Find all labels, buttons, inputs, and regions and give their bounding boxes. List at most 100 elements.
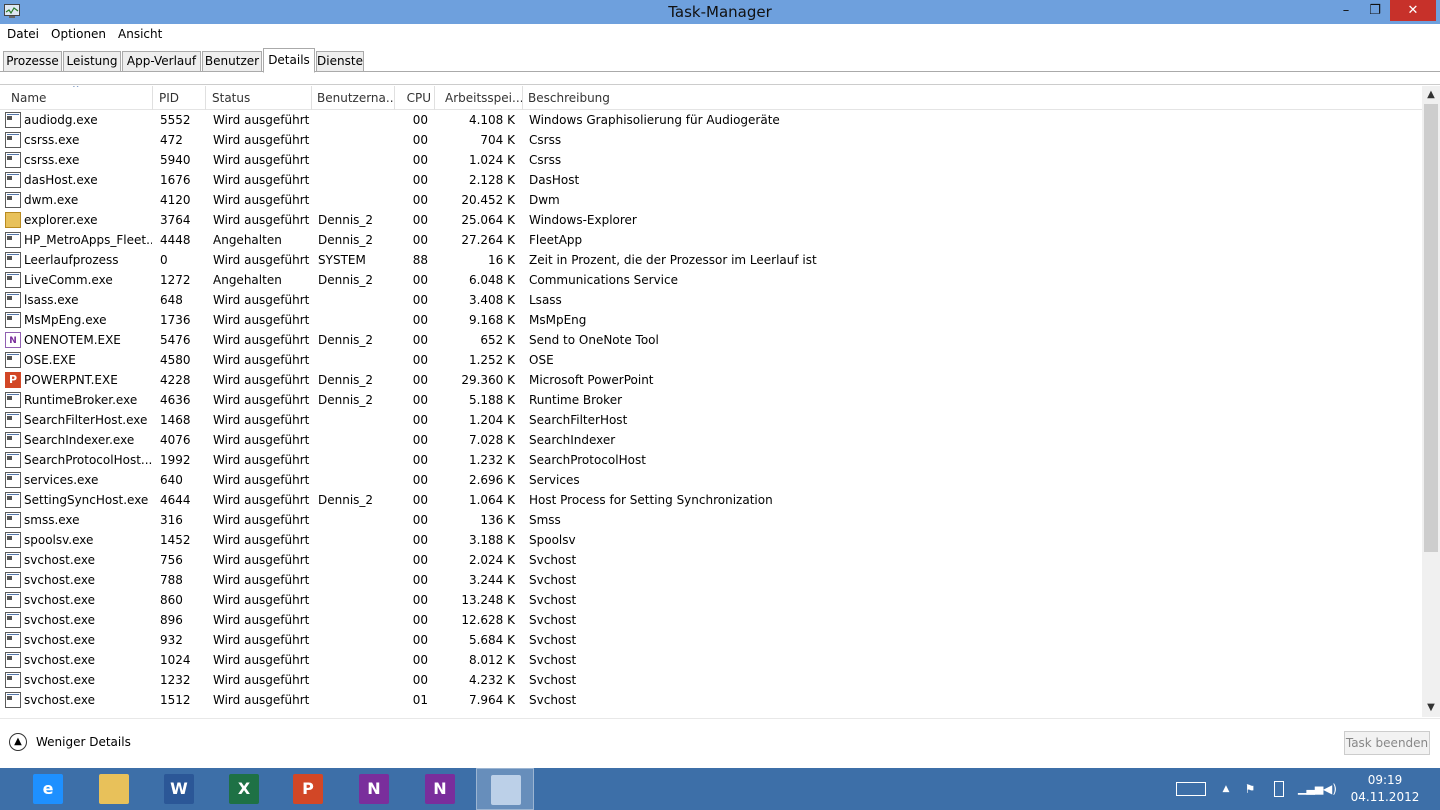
process-row[interactable]: svchost.exe 1512 Wird ausgeführt 01 7.964 K S… [0,690,1422,710]
taskbar-powerpoint-button[interactable]: P [279,768,337,810]
process-row[interactable]: svchost.exe 788 Wird ausgeführt 00 3.244 K Sv… [0,570,1422,590]
taskbar-onenote-clipping-button[interactable]: N [411,768,469,810]
close-button[interactable]: ✕ [1390,0,1436,21]
process-row[interactable]: P POWERPNT.EXE 4228 Wird ausgeführt Dennis_2… [0,370,1422,390]
keyboard-icon[interactable] [1176,782,1206,796]
process-row[interactable]: LiveComm.exe 1272 Angehalten Dennis_2 00 6.04… [0,270,1422,290]
process-row[interactable]: Leerlaufprozess 0 Wird ausgeführt SYSTEM 88 1… [0,250,1422,270]
process-description: MsMpEng [529,313,587,327]
generic-process-icon [5,152,21,168]
taskbar-onenote-button[interactable]: N [345,768,403,810]
process-row[interactable]: svchost.exe 860 Wird ausgeführt 00 13.248 K S… [0,590,1422,610]
taskbar-file-explorer-button[interactable] [85,768,143,810]
show-hidden-icons-icon[interactable]: ▲ [1220,781,1232,797]
process-row[interactable]: svchost.exe 896 Wird ausgeführt 00 12.628 K S… [0,610,1422,630]
process-row[interactable]: RuntimeBroker.exe 4636 Wird ausgeführt Denn… [0,390,1422,410]
process-row[interactable]: OSE.EXE 4580 Wird ausgeführt 00 1.252 K OSE [0,350,1422,370]
process-row[interactable]: audiodg.exe 5552 Wird ausgeführt 00 4.108 K W… [0,110,1422,130]
taskbar-task-manager-button[interactable] [476,768,534,810]
process-cpu: 00 [412,333,428,347]
tab-users[interactable]: Benutzer [202,51,262,72]
process-status: Wird ausgeführt [213,453,310,467]
menu-file[interactable]: Datei [7,27,39,41]
process-user: Dennis_2 [318,213,374,227]
tab-services[interactable]: Dienste [316,51,364,72]
process-row[interactable]: smss.exe 316 Wird ausgeführt 00 136 K Smss [0,510,1422,530]
process-description: Svchost [529,653,577,667]
battery-icon[interactable] [1274,781,1284,797]
process-row[interactable]: svchost.exe 1024 Wird ausgeführt 00 8.012 K S… [0,650,1422,670]
maximize-button[interactable]: ❐ [1361,0,1389,21]
scrollbar-thumb[interactable] [1424,104,1438,552]
column-header-description[interactable]: Beschreibung [524,86,1422,110]
process-memory: 9.168 K [468,313,515,327]
taskbar-excel-button[interactable]: X [215,768,273,810]
generic-process-icon [5,412,21,428]
process-status: Wird ausgeführt [213,673,310,687]
process-pid: 4644 [160,493,191,507]
process-row[interactable]: svchost.exe 932 Wird ausgeführt 00 5.684 K Sv… [0,630,1422,650]
process-user [318,630,394,650]
clock-date[interactable]: 04.11.2012 [1350,790,1420,804]
process-row[interactable]: csrss.exe 472 Wird ausgeführt 00 704 K Csrss [0,130,1422,150]
process-memory: 3.408 K [468,293,515,307]
generic-process-icon [5,192,21,208]
chevron-up-circle-icon[interactable]: ▲ [9,733,27,751]
clock-time[interactable]: 09:19 [1350,773,1420,787]
process-row[interactable]: lsass.exe 648 Wird ausgeführt 00 3.408 K Lsas… [0,290,1422,310]
fewer-details-link[interactable]: Weniger Details [36,735,131,749]
process-row[interactable]: SettingSyncHost.exe 4644 Wird ausgeführt De… [0,490,1422,510]
taskbar-internet-explorer-button[interactable]: e [19,768,77,810]
generic-process-icon [5,632,21,648]
process-row[interactable]: MsMpEng.exe 1736 Wird ausgeführt 00 9.168 K M… [0,310,1422,330]
scroll-down-arrow-icon[interactable]: ▼ [1422,699,1440,717]
tab-performance[interactable]: Leistung [63,51,121,72]
process-pid: 4636 [160,393,191,407]
process-row[interactable]: svchost.exe 1232 Wird ausgeführt 00 4.232 K S… [0,670,1422,690]
column-header-user[interactable]: Benutzerna... [313,86,395,110]
process-row[interactable]: explorer.exe 3764 Wird ausgeführt Dennis_2 0… [0,210,1422,230]
process-row[interactable]: csrss.exe 5940 Wird ausgeführt 00 1.024 K Csr… [0,150,1422,170]
menu-options[interactable]: Optionen [51,27,106,41]
process-status: Wird ausgeführt [213,373,310,387]
scroll-up-arrow-icon[interactable]: ▲ [1422,86,1440,104]
network-signal-icon[interactable]: ▁▃▅ [1298,781,1323,797]
process-status: Wird ausgeführt [213,393,310,407]
menu-view[interactable]: Ansicht [118,27,162,41]
tab-details[interactable]: Details [263,48,315,73]
excel-icon: X [229,774,259,804]
tab-processes[interactable]: Prozesse [3,51,62,72]
process-row[interactable]: SearchIndexer.exe 4076 Wird ausgeführt 00 7.… [0,430,1422,450]
generic-process-icon [5,512,21,528]
process-user: SYSTEM [318,253,366,267]
process-row[interactable]: N ONENOTEM.EXE 5476 Wird ausgeführt Dennis_2… [0,330,1422,350]
process-status: Angehalten [213,273,282,287]
process-user [318,430,394,450]
process-row[interactable]: dasHost.exe 1676 Wird ausgeführt 00 2.128 K D… [0,170,1422,190]
column-header-pid[interactable]: PID [155,86,206,110]
process-status: Wird ausgeführt [213,633,310,647]
process-row[interactable]: services.exe 640 Wird ausgeführt 00 2.696 K S… [0,470,1422,490]
process-user [318,470,394,490]
column-header-memory[interactable]: Arbeitsspei... [441,86,523,110]
process-row[interactable]: HP_MetroApps_Fleet... 4448 Angehalten Denni… [0,230,1422,250]
column-header-cpu[interactable]: CPU [396,86,435,110]
vertical-scrollbar[interactable]: ▲ ▼ [1422,86,1440,717]
tab-app-history[interactable]: App-Verlauf [122,51,201,72]
minimize-button[interactable]: – [1332,0,1360,21]
process-row[interactable]: spoolsv.exe 1452 Wird ausgeführt 00 3.188 K S… [0,530,1422,550]
end-task-button[interactable]: Task beenden [1344,731,1430,755]
process-row[interactable]: svchost.exe 756 Wird ausgeführt 00 2.024 K Sv… [0,550,1422,570]
action-center-flag-icon[interactable]: ⚑ [1242,781,1258,797]
process-description: Spoolsv [529,533,576,547]
process-status: Wird ausgeführt [213,173,310,187]
process-name: svchost.exe [24,673,95,687]
volume-icon[interactable]: ◀) [1322,781,1338,797]
process-row[interactable]: dwm.exe 4120 Wird ausgeführt 00 20.452 K Dwm [0,190,1422,210]
column-header-status[interactable]: Status [208,86,312,110]
process-row[interactable]: SearchProtocolHost.... 1992 Wird ausgeführ… [0,450,1422,470]
process-pid: 4448 [160,233,191,247]
process-memory: 25.064 K [461,213,515,227]
process-row[interactable]: SearchFilterHost.exe 1468 Wird ausgeführt 0… [0,410,1422,430]
taskbar-word-button[interactable]: W [150,768,208,810]
